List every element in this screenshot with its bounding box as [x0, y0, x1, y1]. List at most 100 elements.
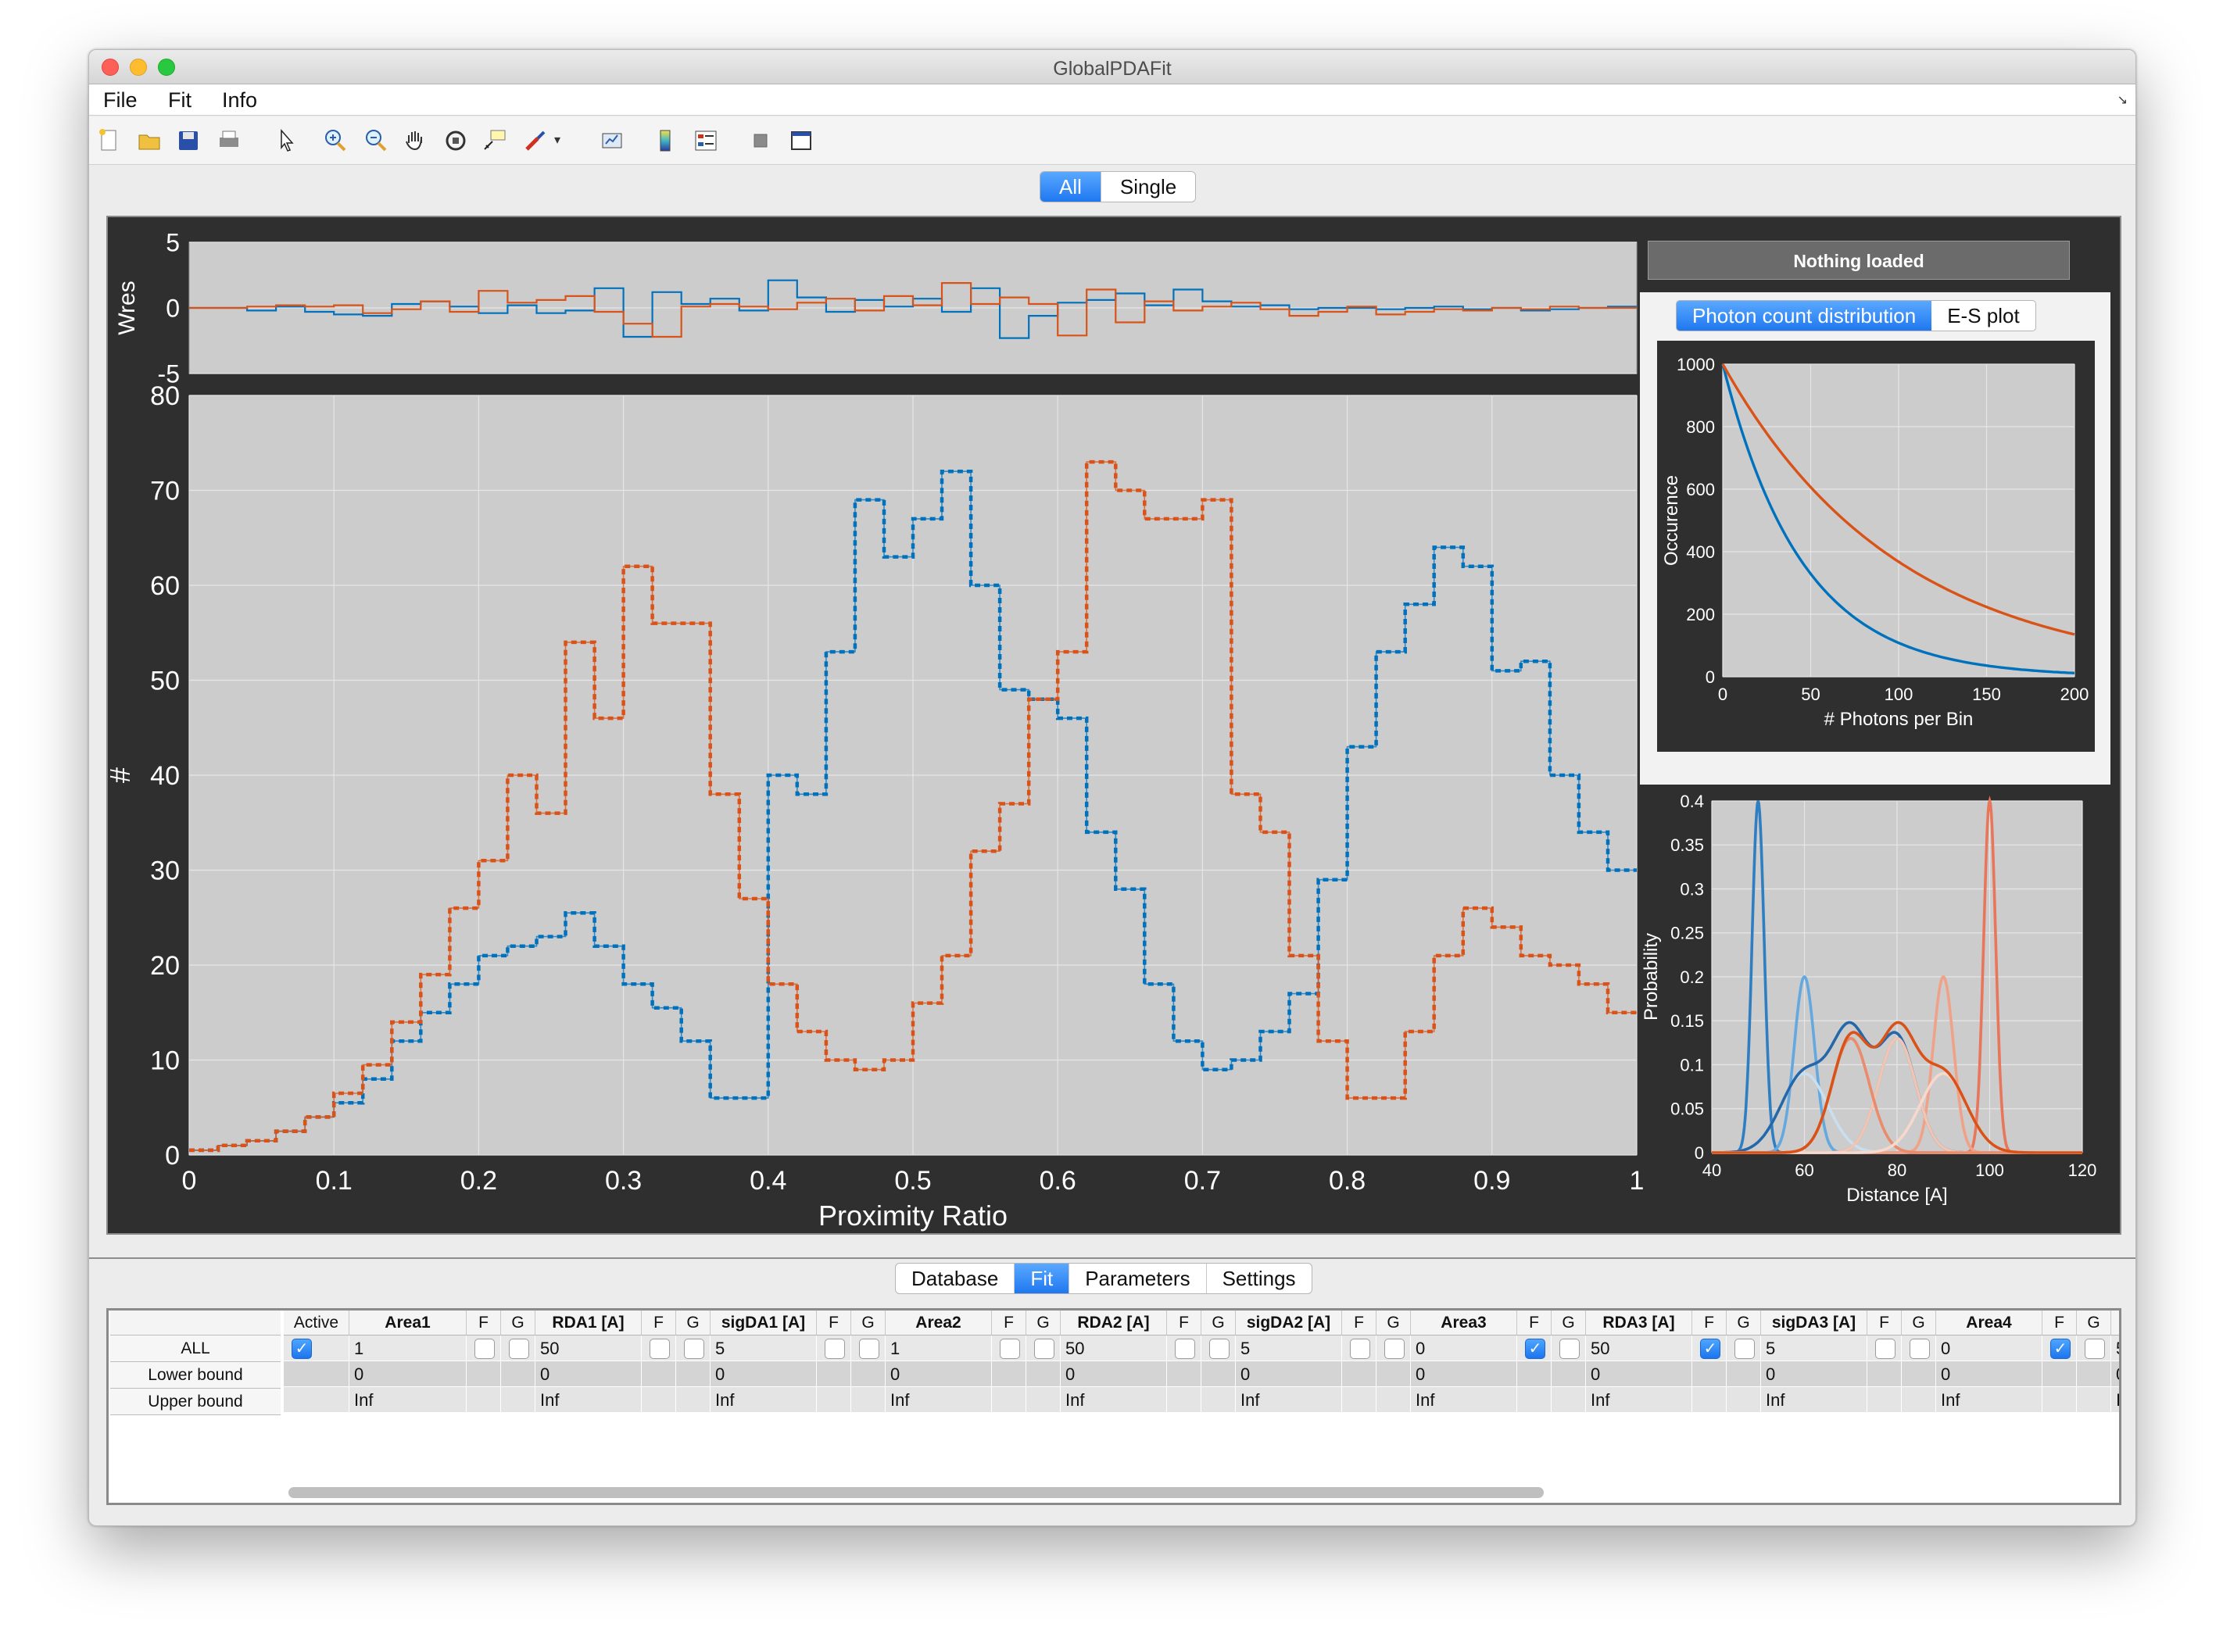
table-cell[interactable]: Inf — [349, 1387, 467, 1413]
table-cell[interactable] — [676, 1336, 711, 1361]
colorbar-icon[interactable] — [652, 127, 678, 154]
table-cell[interactable]: 1 — [349, 1336, 467, 1361]
table-cell[interactable]: 50 — [1586, 1336, 1692, 1361]
table-cell[interactable] — [1026, 1336, 1061, 1361]
checkbox-unchecked[interactable] — [684, 1339, 704, 1359]
table-cell[interactable] — [1727, 1336, 1761, 1361]
table-cell[interactable] — [1552, 1336, 1586, 1361]
column-header[interactable]: Area4 — [1936, 1311, 2042, 1336]
menu-overflow-icon[interactable]: ↘ — [2117, 92, 2128, 108]
table-cell[interactable]: 0 — [1411, 1336, 1517, 1361]
legend-icon[interactable] — [693, 127, 719, 154]
column-header[interactable]: RDA2 [A] — [1061, 1311, 1167, 1336]
column-header[interactable]: F — [1342, 1311, 1376, 1336]
column-header[interactable]: F — [817, 1311, 851, 1336]
table-cell[interactable]: 0 — [1236, 1361, 1342, 1387]
menu-fit[interactable]: Fit — [168, 88, 192, 113]
proximity-ratio-histogram[interactable]: 0 0.1 0.2 0.3 0.4 0.5 0.6 0.7 0.8 0.9 101020304050… — [108, 381, 1644, 1232]
zoom-in-icon[interactable] — [322, 127, 349, 154]
table-cell[interactable]: 0 — [1936, 1336, 2042, 1361]
menu-file[interactable]: File — [103, 88, 138, 113]
tab-es-plot[interactable]: E-S plot — [1931, 301, 2035, 331]
tab-fit[interactable]: Fit — [1014, 1264, 1069, 1293]
tab-database[interactable]: Database — [896, 1264, 1014, 1293]
checkbox-unchecked[interactable] — [1734, 1339, 1755, 1359]
table-cell[interactable] — [1201, 1336, 1236, 1361]
column-header[interactable]: G — [2077, 1311, 2111, 1336]
column-header[interactable]: Area3 — [1411, 1311, 1517, 1336]
checkbox-unchecked[interactable] — [1350, 1339, 1370, 1359]
checkbox-unchecked[interactable] — [1559, 1339, 1580, 1359]
table-cell[interactable] — [1376, 1336, 1411, 1361]
pan-icon[interactable] — [402, 127, 428, 154]
tab-single[interactable]: Single — [1100, 172, 1195, 202]
column-header[interactable]: RDA3 [A] — [1586, 1311, 1692, 1336]
table-cell[interactable]: Inf — [1411, 1387, 1517, 1413]
column-header[interactable]: F — [642, 1311, 676, 1336]
menu-info[interactable]: Info — [222, 88, 257, 113]
link-plot-icon[interactable] — [599, 127, 625, 154]
column-header[interactable]: Area1 — [349, 1311, 467, 1336]
column-header[interactable]: sigDA2 [A] — [1236, 1311, 1342, 1336]
column-header[interactable]: F — [1517, 1311, 1552, 1336]
column-header[interactable]: RDA1 [A] — [535, 1311, 642, 1336]
distance-distribution-plot[interactable]: 40 60 80 100 120 0 0.05 0.1 0.15 0.2 0.25 0.3 0.35 0.… — [1640, 792, 2110, 1229]
table-cell[interactable]: 0 — [1936, 1361, 2042, 1387]
column-header[interactable]: Active — [284, 1311, 349, 1336]
column-header[interactable]: G — [1902, 1311, 1936, 1336]
column-header[interactable]: F — [992, 1311, 1026, 1336]
table-cell[interactable]: 1 — [886, 1336, 992, 1361]
table-cell[interactable]: Inf — [886, 1387, 992, 1413]
table-cell[interactable]: Inf — [1586, 1387, 1692, 1413]
checkbox-checked[interactable]: ✓ — [1700, 1339, 1720, 1359]
checkbox-unchecked[interactable] — [1000, 1339, 1020, 1359]
table-cell[interactable]: 5 — [1761, 1336, 1867, 1361]
column-header[interactable]: sigDA1 [A] — [711, 1311, 817, 1336]
table-cell[interactable] — [467, 1336, 501, 1361]
checkbox-unchecked[interactable] — [859, 1339, 879, 1359]
checkbox-unchecked[interactable] — [1175, 1339, 1195, 1359]
table-cell[interactable] — [817, 1336, 851, 1361]
column-header[interactable]: F — [467, 1311, 501, 1336]
column-header[interactable]: G — [676, 1311, 711, 1336]
table-cell[interactable] — [1902, 1336, 1936, 1361]
checkbox-unchecked[interactable] — [509, 1339, 529, 1359]
column-header[interactable]: G — [1376, 1311, 1411, 1336]
table-cell[interactable]: 5 — [1236, 1336, 1342, 1361]
table-cell[interactable] — [642, 1336, 676, 1361]
table-cell[interactable]: 5 — [711, 1336, 817, 1361]
table-cell[interactable] — [851, 1336, 886, 1361]
table-cell[interactable]: ✓ — [1517, 1336, 1552, 1361]
column-header[interactable]: F — [1867, 1311, 1902, 1336]
brush-icon[interactable] — [522, 127, 549, 154]
table-cell[interactable]: Inf — [1936, 1387, 2042, 1413]
residuals-plot[interactable]: -505Wres — [114, 229, 1638, 388]
table-cell[interactable]: 0 — [535, 1361, 642, 1387]
zoom-out-icon[interactable] — [363, 127, 389, 154]
tab-parameters[interactable]: Parameters — [1069, 1264, 1205, 1293]
column-header[interactable]: G — [1201, 1311, 1236, 1336]
checkbox-unchecked[interactable] — [1910, 1339, 1930, 1359]
hide-plot-tools-icon[interactable] — [747, 127, 774, 154]
table-cell[interactable]: Inf — [1061, 1387, 1167, 1413]
table-cell[interactable]: Inf — [2111, 1387, 2119, 1413]
row-header-lower-bound[interactable]: Lower bound — [110, 1362, 281, 1389]
checkbox-checked[interactable]: ✓ — [1525, 1339, 1545, 1359]
tab-photon-count-distribution[interactable]: Photon count distribution — [1677, 301, 1932, 331]
splitter[interactable] — [89, 1257, 2135, 1259]
row-header-upper-bound[interactable]: Upper bound — [110, 1389, 281, 1415]
table-cell[interactable]: ✓ — [1692, 1336, 1727, 1361]
column-header[interactable]: F — [2042, 1311, 2077, 1336]
checkbox-unchecked[interactable] — [1034, 1339, 1054, 1359]
table-cell[interactable]: Inf — [711, 1387, 817, 1413]
pointer-icon[interactable] — [274, 127, 300, 154]
table-cell[interactable]: 50 — [1061, 1336, 1167, 1361]
table-cell[interactable]: 0 — [1761, 1361, 1867, 1387]
column-header[interactable]: Area2 — [886, 1311, 992, 1336]
table-cell[interactable]: ✓ — [284, 1336, 349, 1361]
table-cell[interactable]: 0 — [711, 1361, 817, 1387]
column-header[interactable]: G — [1552, 1311, 1586, 1336]
table-cell[interactable]: Inf — [1236, 1387, 1342, 1413]
data-cursor-icon[interactable] — [481, 127, 508, 154]
table-cell[interactable] — [992, 1336, 1026, 1361]
